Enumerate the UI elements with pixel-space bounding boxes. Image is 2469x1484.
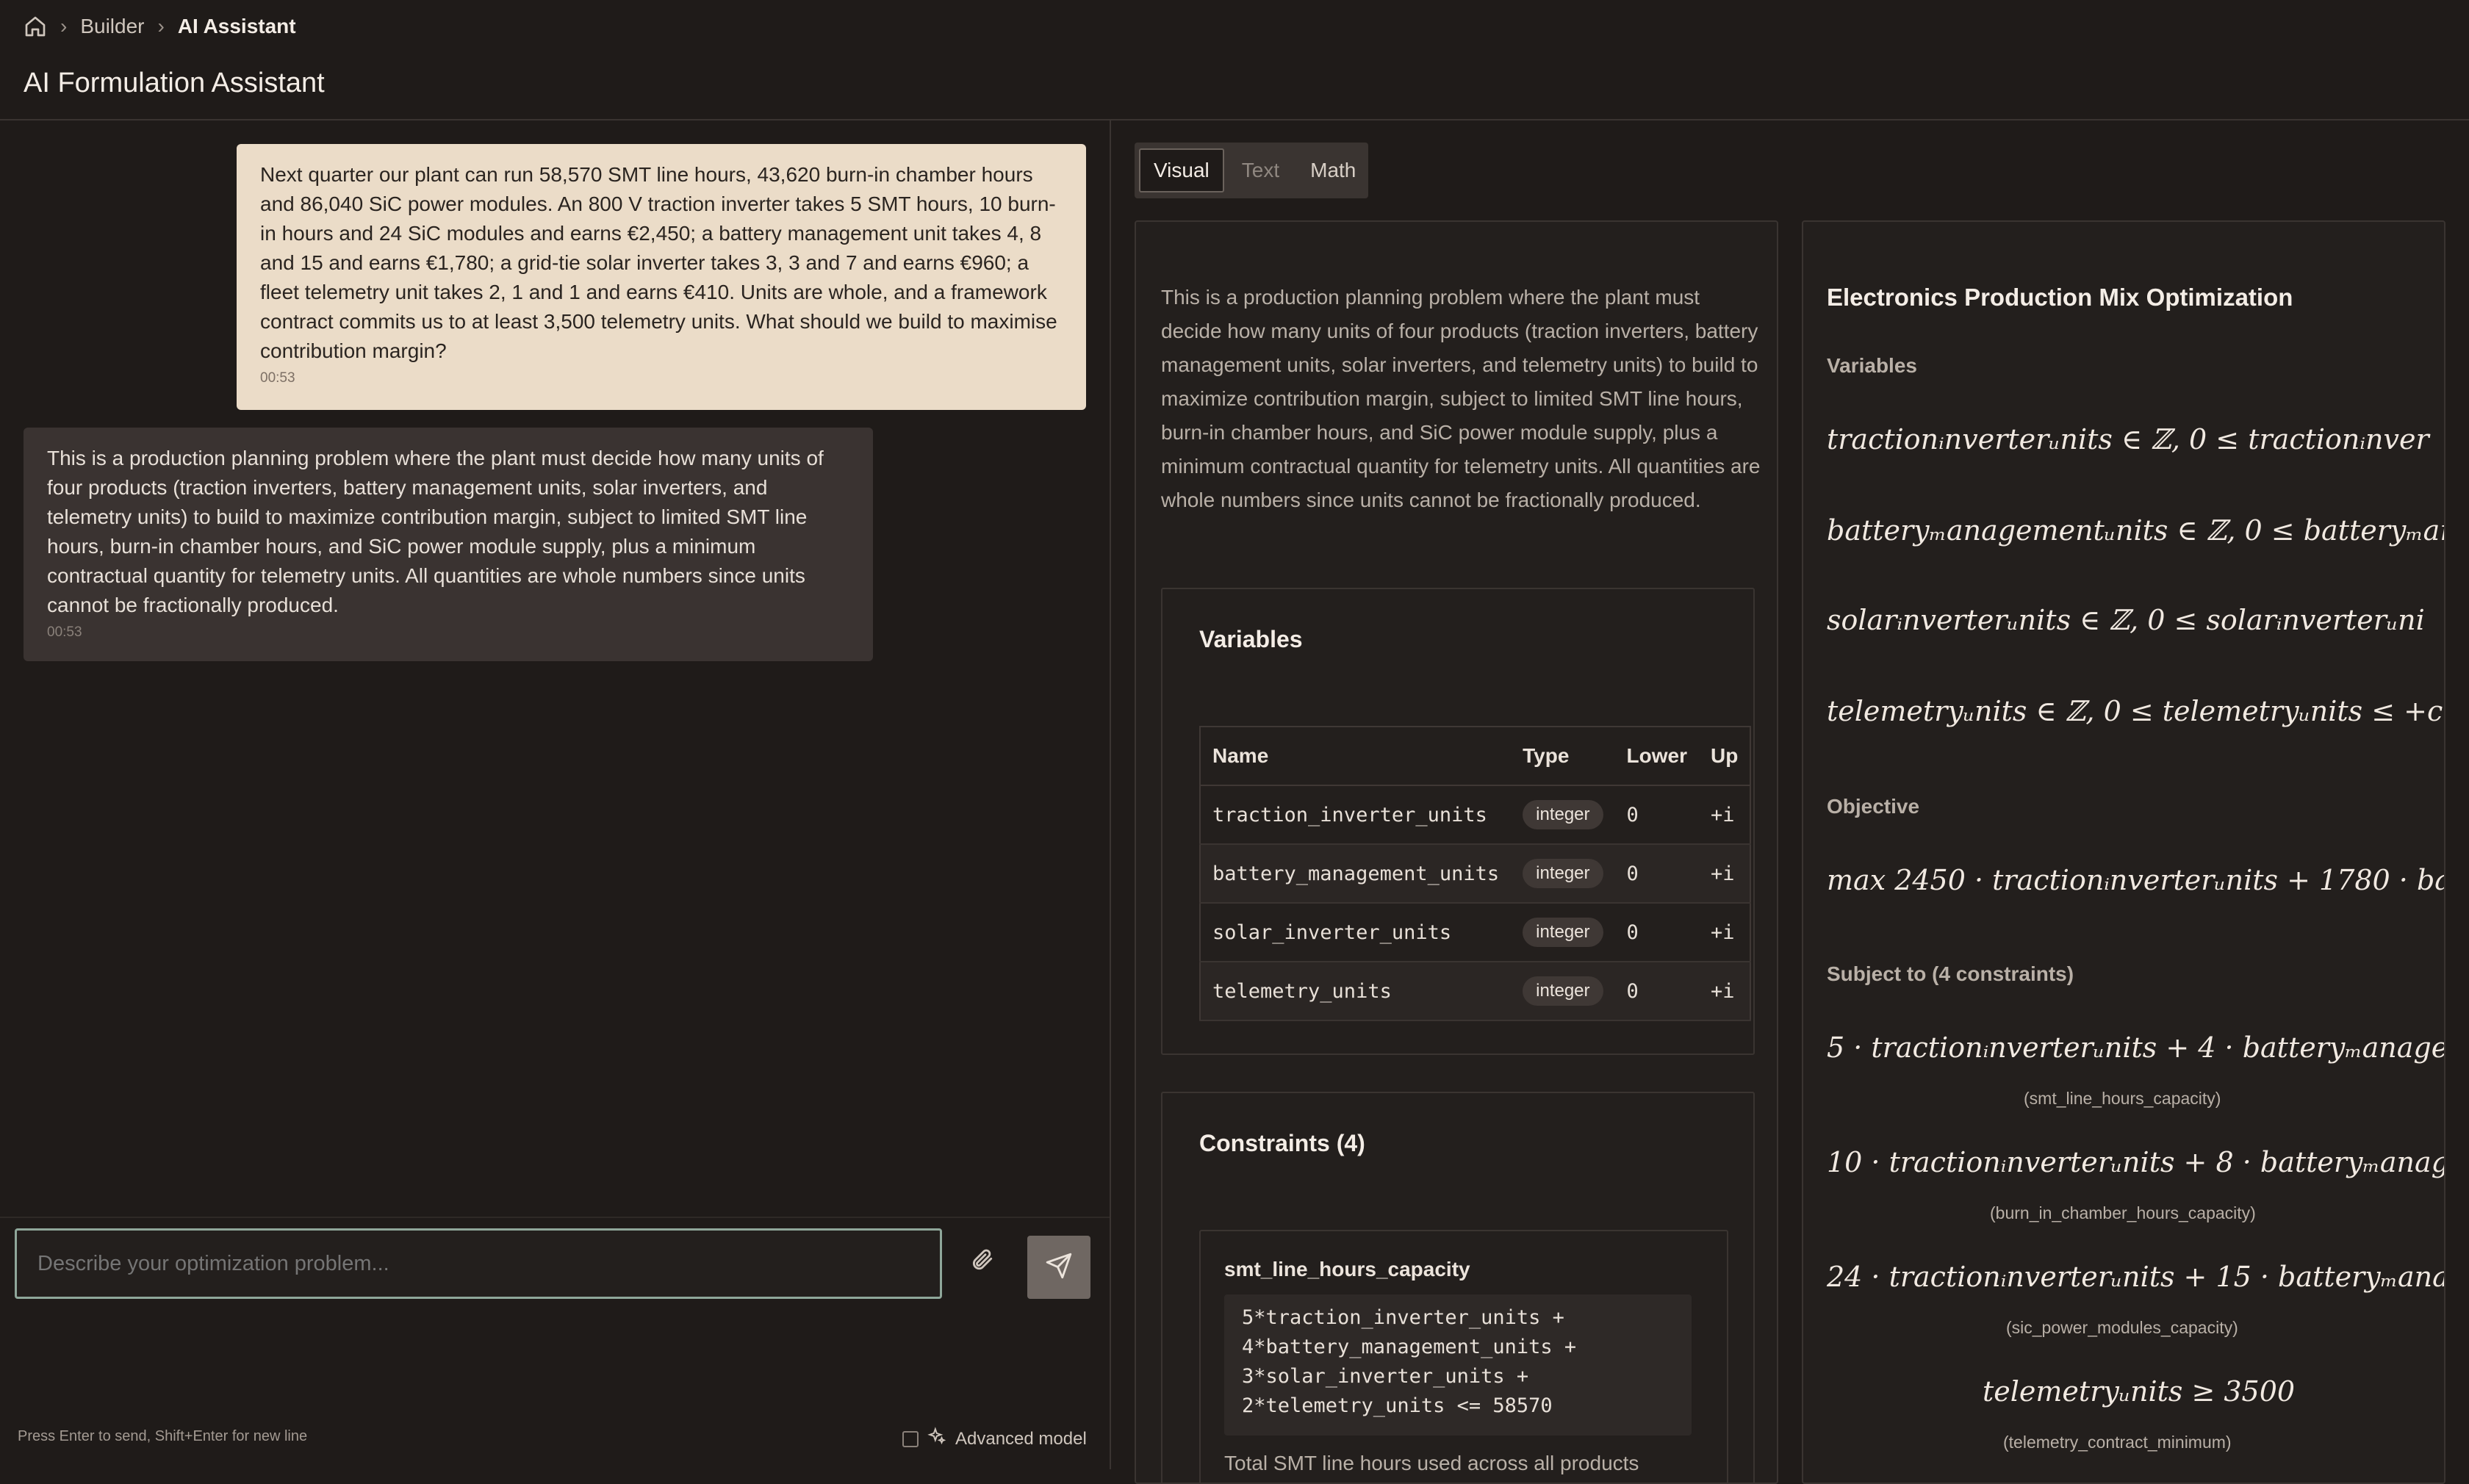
table-row: solar_inverter_units integer 0 +i — [1200, 903, 1751, 962]
composer-hint: Press Enter to send, Shift+Enter for new… — [18, 1428, 308, 1444]
column-header-type: Type — [1511, 727, 1615, 786]
variable-type-badge: integer — [1523, 976, 1603, 1006]
variable-name: telemetry_units — [1200, 962, 1512, 1021]
variable-upper: +i — [1699, 903, 1751, 962]
variable-upper: +i — [1699, 962, 1751, 1021]
constraint-item: smt_line_hours_capacity 5*traction_inver… — [1199, 1230, 1728, 1483]
variable-type-badge: integer — [1523, 800, 1603, 829]
send-icon — [1045, 1252, 1073, 1283]
math-subject-label: Subject to (4 constraints) — [1827, 962, 2074, 985]
math-title: Electronics Production Mix Optimization — [1827, 284, 2293, 311]
math-constraint-tag: (sic_power_modules_capacity) — [2006, 1318, 2238, 1337]
send-button[interactable] — [1027, 1236, 1090, 1299]
breadcrumb-current: AI Assistant — [177, 15, 296, 37]
assistant-message-text: This is a production planning problem wh… — [47, 447, 824, 616]
problem-summary: This is a production planning problem wh… — [1161, 286, 1761, 511]
variable-upper: +i — [1699, 785, 1751, 845]
user-message-time: 00:53 — [260, 370, 295, 386]
breadcrumb-separator: › — [157, 15, 165, 37]
math-constraint: 10 · tractionᵢnverterᵤnits + 8 · battery… — [1827, 1146, 2445, 1178]
assistant-message: This is a production planning problem wh… — [24, 428, 873, 661]
tab-text[interactable]: Text — [1229, 148, 1293, 192]
variable-lower: 0 — [1614, 844, 1699, 904]
variable-name: solar_inverter_units — [1200, 903, 1512, 962]
advanced-model-toggle[interactable]: Advanced model — [902, 1427, 1087, 1451]
variable-lower: 0 — [1614, 903, 1699, 962]
visual-panel: This is a production planning problem wh… — [1135, 220, 1778, 1484]
math-constraint-tag: (smt_line_hours_capacity) — [2024, 1089, 2221, 1108]
variable-type-badge: integer — [1523, 859, 1603, 888]
breadcrumb-builder[interactable]: Builder — [80, 15, 144, 38]
math-variable-line: telemetryᵤnits ∈ ℤ, 0 ≤ telemetryᵤnits ≤… — [1827, 695, 2443, 727]
math-constraint-tag: (telemetry_contract_minimum) — [2003, 1433, 2232, 1452]
constraint-description: Total SMT line hours used across all pro… — [1224, 1452, 1639, 1474]
variable-type-badge: integer — [1523, 918, 1603, 947]
user-message-text: Next quarter our plant can run 58,570 SM… — [260, 163, 1057, 362]
top-bar: › Builder › AI Assistant AI Formulation … — [0, 0, 2469, 120]
advanced-model-checkbox[interactable] — [902, 1430, 919, 1447]
math-objective-label: Objective — [1827, 795, 1920, 818]
composer-divider — [0, 1217, 1110, 1218]
variable-lower: 0 — [1614, 962, 1699, 1021]
column-header-name: Name — [1200, 727, 1512, 786]
math-objective: max 2450 · tractionᵢnverterᵤnits + 1780 … — [1827, 864, 2445, 896]
home-icon[interactable] — [24, 15, 47, 38]
prompt-input[interactable] — [15, 1228, 942, 1299]
tab-visual[interactable]: Visual — [1139, 148, 1224, 192]
variable-name: traction_inverter_units — [1200, 785, 1512, 845]
tab-math[interactable]: Math — [1297, 148, 1369, 192]
variable-lower: 0 — [1614, 785, 1699, 845]
variable-upper: +i — [1699, 844, 1751, 904]
variables-heading: Variables — [1199, 626, 1303, 652]
sparkle-icon — [927, 1427, 946, 1451]
user-message: Next quarter our plant can run 58,570 SM… — [237, 144, 1086, 410]
constraints-heading: Constraints (4) — [1199, 1130, 1365, 1156]
attach-button[interactable] — [963, 1242, 1001, 1280]
math-variable-line: solarᵢnverterᵤnits ∈ ℤ, 0 ≤ solarᵢnverte… — [1827, 604, 2425, 636]
table-row: battery_management_units integer 0 +i — [1200, 844, 1751, 904]
table-row: telemetry_units integer 0 +i — [1200, 962, 1751, 1021]
math-variable-line: batteryₘanagementᵤnits ∈ ℤ, 0 ≤ batteryₘ… — [1827, 514, 2445, 547]
breadcrumb-separator: › — [60, 15, 68, 37]
constraint-name: smt_line_hours_capacity — [1224, 1258, 1470, 1281]
math-constraint-tag: (burn_in_chamber_hours_capacity) — [1990, 1203, 2256, 1222]
view-tabs: Visual Text Math — [1135, 143, 1368, 198]
advanced-model-label: Advanced model — [955, 1428, 1087, 1449]
table-row: traction_inverter_units integer 0 +i — [1200, 785, 1751, 845]
math-constraint: telemetryᵤnits ≥ 3500 — [1983, 1375, 2296, 1408]
math-constraint: 5 · tractionᵢnverterᵤnits + 4 · batteryₘ… — [1827, 1031, 2445, 1064]
breadcrumb: › Builder › AI Assistant — [24, 10, 296, 43]
math-panel: Electronics Production Mix Optimization … — [1802, 220, 2445, 1484]
table-header-row: Name Type Lower Up — [1200, 727, 1751, 786]
page-title: AI Formulation Assistant — [24, 68, 325, 98]
math-variable-line: tractionᵢnverterᵤnits ∈ ℤ, 0 ≤ tractionᵢ… — [1827, 423, 2429, 455]
assistant-message-time: 00:53 — [47, 624, 82, 640]
constraint-expression: 5*traction_inverter_units + 4*battery_ma… — [1224, 1294, 1692, 1436]
column-header-lower: Lower — [1614, 727, 1699, 786]
variables-card: Variables Name Type Lower Up traction_in… — [1161, 588, 1755, 1055]
variable-name: battery_management_units — [1200, 844, 1512, 904]
math-constraint: 24 · tractionᵢnverterᵤnits + 15 · batter… — [1827, 1261, 2445, 1293]
variables-table: Name Type Lower Up traction_inverter_uni… — [1199, 726, 1752, 1021]
column-header-upper: Up — [1699, 727, 1751, 786]
constraints-card: Constraints (4) smt_line_hours_capacity … — [1161, 1092, 1755, 1483]
math-variables-label: Variables — [1827, 354, 1917, 377]
paperclip-icon — [969, 1247, 994, 1275]
